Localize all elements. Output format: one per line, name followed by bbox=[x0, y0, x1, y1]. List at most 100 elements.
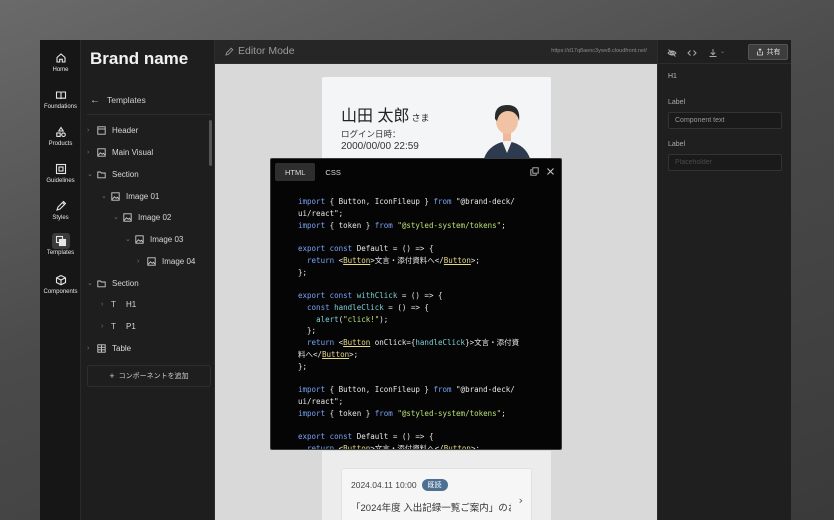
chevron-right-icon[interactable]: › bbox=[87, 149, 97, 156]
code-line: import { Button, IconFileup } from "@bra… bbox=[298, 197, 515, 206]
folder-icon bbox=[97, 170, 106, 179]
code-tabs: HTML CSS bbox=[275, 163, 351, 181]
tree-node-table[interactable]: › Table bbox=[87, 341, 131, 355]
news-item[interactable]: 2024.04.11 10:00 既読 「2024年度 入出記録一覧ご案内」のお… bbox=[341, 468, 532, 520]
code-line: ui/react"; bbox=[298, 208, 344, 218]
chevron-down-icon[interactable]: ⌄ bbox=[720, 48, 730, 58]
image-icon bbox=[123, 212, 132, 222]
rail-label: Products bbox=[48, 141, 73, 147]
login-label: ログイン日時： bbox=[341, 129, 401, 139]
add-component-label: コンポーネントを追加 bbox=[118, 373, 189, 380]
code-line: import { token } from "@styled-system/to… bbox=[298, 408, 506, 418]
rail-label: Templates bbox=[46, 250, 75, 256]
code-line: return <Button onClick={handleClick}>文言・… bbox=[307, 338, 520, 347]
code-line: }; bbox=[298, 267, 308, 277]
code-line: export const Default = () => { bbox=[298, 432, 434, 441]
tree-node-image-01[interactable]: ⌄ Image 01 bbox=[101, 189, 159, 203]
code-line: 料へ</Button>; bbox=[298, 349, 359, 359]
icon-rail: Home Foundations Products Guidelines Sty… bbox=[40, 40, 81, 520]
placeholder-input[interactable] bbox=[668, 154, 782, 171]
table-icon bbox=[97, 343, 106, 353]
chevron-right-icon[interactable]: › bbox=[137, 258, 147, 265]
templates-icon bbox=[55, 235, 66, 247]
chevron-down-icon[interactable]: ⌄ bbox=[125, 235, 135, 243]
rail-label: Components bbox=[43, 289, 78, 295]
code-line: alert("click!"); bbox=[316, 314, 389, 324]
code-line: import { token } from "@styled-system/to… bbox=[298, 220, 506, 230]
rail-item-styles[interactable]: Styles bbox=[40, 198, 81, 230]
brand-name: Brand name bbox=[90, 49, 189, 68]
chevron-right-icon[interactable]: › bbox=[101, 323, 111, 330]
code-modal: HTML CSS import { Button, IconFileup } f… bbox=[270, 158, 562, 450]
divider bbox=[87, 114, 211, 115]
rail-item-templates[interactable]: Templates bbox=[40, 233, 81, 265]
chevron-down-icon[interactable]: ⌄ bbox=[113, 213, 123, 221]
mode-text: Editor Mode bbox=[238, 45, 295, 57]
preview-url[interactable]: https://d17q8aenc3ywv8.cloudfront.net/ bbox=[551, 48, 647, 54]
add-component-button[interactable]: + コンポーネントを追加 bbox=[87, 365, 211, 387]
panel-icon bbox=[97, 125, 106, 135]
code-line: return <Button>文言・添付資料へ</Button>; bbox=[307, 255, 480, 265]
eye-off-icon[interactable] bbox=[667, 48, 677, 58]
editor-topbar: Editor Mode https://d17q8aenc3ywv8.cloud… bbox=[215, 40, 657, 64]
image-icon bbox=[135, 234, 144, 244]
tab-css[interactable]: CSS bbox=[315, 163, 350, 181]
node-label: P1 bbox=[126, 321, 136, 331]
tree-node-h1[interactable]: › T H1 bbox=[101, 297, 136, 311]
close-icon[interactable] bbox=[546, 167, 555, 176]
code-line: import { Button, IconFileup } from "@bra… bbox=[298, 385, 515, 394]
honorific: さま bbox=[411, 113, 430, 123]
share-button[interactable]: 共有 bbox=[748, 44, 788, 60]
scrollbar[interactable] bbox=[209, 120, 212, 166]
tree-node-p1[interactable]: › T P1 bbox=[101, 319, 136, 333]
tree-node-image-04[interactable]: › Image 04 bbox=[137, 254, 195, 268]
chevron-down-icon[interactable]: ⌄ bbox=[101, 192, 111, 200]
rail-item-guidelines[interactable]: Guidelines bbox=[40, 161, 81, 193]
rail-item-foundations[interactable]: Foundations bbox=[40, 87, 81, 119]
download-icon[interactable] bbox=[708, 48, 718, 58]
rail-label: Styles bbox=[52, 215, 69, 221]
tree-node-main-visual[interactable]: › Main Visual bbox=[87, 145, 153, 159]
grid-icon bbox=[55, 163, 66, 175]
code-line: export const Default = () => { bbox=[298, 244, 434, 253]
layer-tree-panel: Brand name ← Templates › Header › Main V… bbox=[81, 40, 215, 520]
chevron-right-icon[interactable]: › bbox=[101, 301, 111, 308]
rail-item-home[interactable]: Home bbox=[40, 50, 81, 82]
node-label: Image 02 bbox=[138, 212, 172, 222]
rail-label: Foundations bbox=[43, 104, 78, 110]
back-to-templates[interactable]: ← Templates bbox=[90, 93, 146, 107]
rail-label: Guidelines bbox=[46, 178, 75, 184]
node-label: H1 bbox=[126, 299, 137, 309]
tree-node-image-03[interactable]: ⌄ Image 03 bbox=[125, 232, 183, 246]
node-label: Table bbox=[112, 343, 132, 353]
node-label: Section bbox=[112, 169, 139, 179]
selected-element: H1 bbox=[668, 73, 677, 80]
code-line: return <Button>文言・添付資料へ</Button>; bbox=[307, 443, 480, 450]
text-icon: T bbox=[111, 321, 116, 331]
chevron-down-icon[interactable]: ⌄ bbox=[87, 279, 97, 287]
code-line: export const withClick = () => { bbox=[298, 291, 443, 300]
chevron-down-icon[interactable]: ⌄ bbox=[87, 170, 97, 178]
code-icon[interactable] bbox=[687, 48, 697, 58]
component-text-input[interactable] bbox=[668, 112, 782, 129]
share-label: 共有 bbox=[766, 49, 781, 56]
chevron-right-icon[interactable]: › bbox=[87, 345, 97, 352]
properties-panel: ⌄ 共有 H1 Label Label bbox=[657, 40, 791, 520]
text-icon: T bbox=[111, 299, 116, 309]
pencil-icon bbox=[225, 47, 234, 56]
tree-node-section[interactable]: ⌄ Section bbox=[87, 167, 139, 181]
rail-item-products[interactable]: Products bbox=[40, 124, 81, 156]
tree-node-section-2[interactable]: ⌄ Section bbox=[87, 276, 139, 290]
node-label: Section bbox=[112, 278, 139, 288]
rail-item-components[interactable]: Components bbox=[40, 272, 81, 304]
chevron-right-icon[interactable]: › bbox=[87, 127, 97, 134]
tab-html[interactable]: HTML bbox=[275, 163, 316, 181]
tree-node-image-02[interactable]: ⌄ Image 02 bbox=[113, 210, 171, 224]
tree-node-header[interactable]: › Header bbox=[87, 123, 138, 137]
news-date: 2024.04.11 10:00 既読 bbox=[351, 479, 448, 491]
chevron-right-icon[interactable]: › bbox=[519, 494, 523, 507]
copy-icon[interactable] bbox=[530, 167, 539, 176]
field-label: Label bbox=[668, 99, 686, 106]
share-icon bbox=[756, 48, 763, 56]
